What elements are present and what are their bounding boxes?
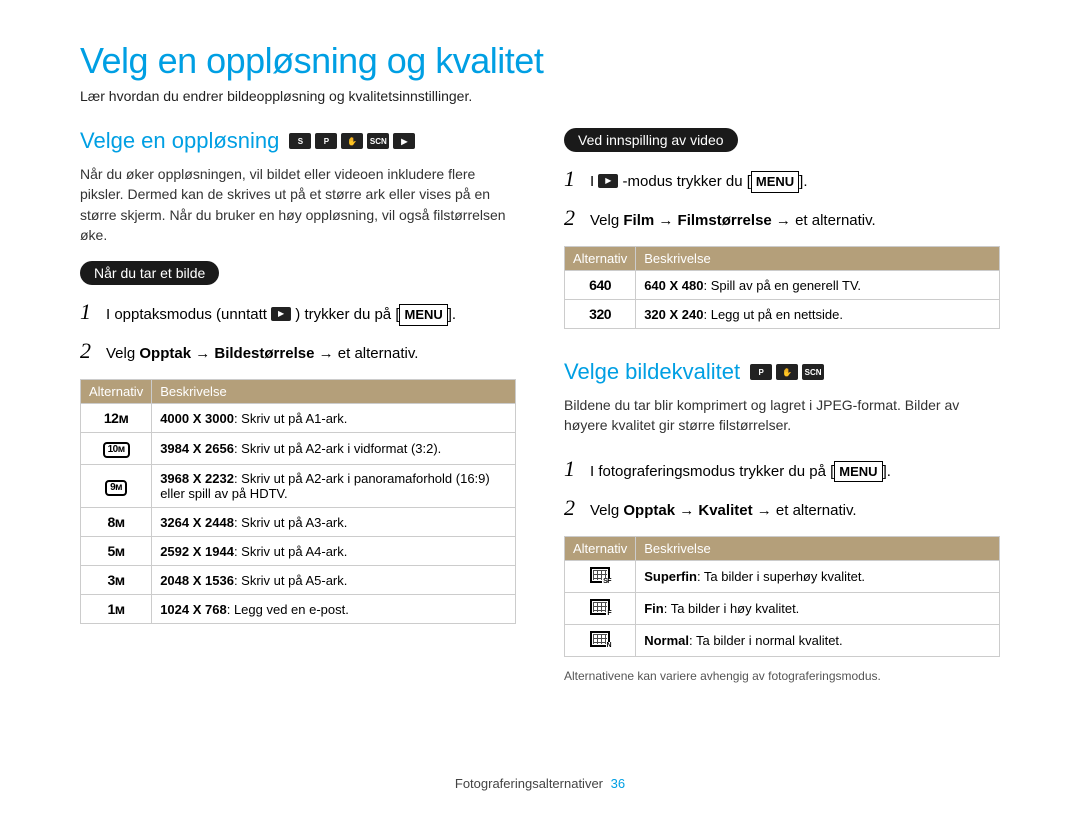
- resolution-icon: 1ᴍ: [81, 595, 152, 624]
- video-caption-pill: Ved innspilling av video: [564, 128, 738, 152]
- step-number: 2: [80, 334, 96, 367]
- table-row: 1ᴍ1024 X 768: Legg ved en e-post.: [81, 595, 516, 624]
- menu-button-label: MENU: [834, 461, 882, 483]
- quality-desc: Superfin: Ta bilder i superhøy kvalitet.: [636, 560, 1000, 592]
- footer-section: Fotograferingsalternativer: [455, 776, 603, 791]
- right-column: Ved innspilling av video 1 I ▶ -modus tr…: [564, 128, 1000, 695]
- table-row: 5ᴍ2592 X 1944: Skriv ut på A4-ark.: [81, 537, 516, 566]
- mode-icon-p: P: [315, 133, 337, 149]
- quality-table: Alternativ Beskrivelse Superfin: Ta bild…: [564, 536, 1000, 657]
- quality-icon: [565, 624, 636, 656]
- resolution-icon: 8ᴍ: [81, 508, 152, 537]
- resolution-icon: 3ᴍ: [81, 566, 152, 595]
- video-step-1: 1 I ▶ -modus trykker du [MENU].: [564, 162, 1000, 195]
- page-title: Velg en oppløsning og kvalitet: [80, 40, 1000, 82]
- video-step-2: 2 Velg Film → Filmstørrelse → et alterna…: [564, 201, 1000, 234]
- quality-desc: Normal: Ta bilder i normal kvalitet.: [636, 624, 1000, 656]
- video-mode-icon: ▶: [598, 174, 618, 188]
- quality-mode-icons: P✋SCN: [750, 364, 824, 380]
- quality-heading-text: Velge bildekvalitet: [564, 359, 740, 385]
- col-alternativ: Alternativ: [565, 536, 636, 560]
- mode-icon-p: P: [750, 364, 772, 380]
- table-row: 3ᴍ2048 X 1536: Skriv ut på A5-ark.: [81, 566, 516, 595]
- step-number: 2: [564, 491, 580, 524]
- col-alternativ: Alternativ: [565, 247, 636, 271]
- table-row: Superfin: Ta bilder i superhøy kvalitet.: [565, 560, 1000, 592]
- resolution-desc: 3968 X 2232: Skriv ut på A2-ark i panora…: [152, 465, 516, 508]
- footer-page-number: 36: [611, 776, 625, 791]
- video-size-icon: 320: [565, 300, 636, 329]
- resolution-desc: 1024 X 768: Legg ved en e-post.: [152, 595, 516, 624]
- resolution-icon: 10ᴍ: [81, 433, 152, 465]
- photo-step-1: 1 I opptaksmodus (unntatt ▶ ) trykker du…: [80, 295, 516, 328]
- mode-icon-hand: ✋: [776, 364, 798, 380]
- video-size-table: Alternativ Beskrivelse 640640 X 480: Spi…: [564, 246, 1000, 329]
- step-number: 1: [564, 162, 580, 195]
- left-column: Velge en oppløsning SP✋SCN▶ Når du øker …: [80, 128, 516, 695]
- quality-icon: [565, 560, 636, 592]
- resolution-desc: 3984 X 2656: Skriv ut på A2-ark i vidfor…: [152, 433, 516, 465]
- mode-icon-hand: ✋: [341, 133, 363, 149]
- quality-desc: Fin: Ta bilder i høy kvalitet.: [636, 592, 1000, 624]
- mode-icon-vid: ▶: [393, 133, 415, 149]
- col-alternativ: Alternativ: [81, 380, 152, 404]
- video-mode-icon: ▶: [271, 307, 291, 321]
- table-row: 8ᴍ3264 X 2448: Skriv ut på A3-ark.: [81, 508, 516, 537]
- mode-icon-scn: SCN: [802, 364, 824, 380]
- video-size-desc: 640 X 480: Spill av på en generell TV.: [636, 271, 1000, 300]
- video-size-desc: 320 X 240: Legg ut på en nettside.: [636, 300, 1000, 329]
- quality-body: Bildene du tar blir komprimert og lagret…: [564, 395, 1000, 436]
- col-beskrivelse: Beskrivelse: [636, 536, 1000, 560]
- resolution-icon: 5ᴍ: [81, 537, 152, 566]
- resolution-icon: 12ᴍ: [81, 404, 152, 433]
- menu-button-label: MENU: [751, 171, 799, 193]
- resolution-icon: 9ᴍ: [81, 465, 152, 508]
- table-row: 640640 X 480: Spill av på en generell TV…: [565, 271, 1000, 300]
- col-beskrivelse: Beskrivelse: [152, 380, 516, 404]
- step-number: 2: [564, 201, 580, 234]
- page-footer: Fotograferingsalternativer 36: [0, 776, 1080, 791]
- step-number: 1: [80, 295, 96, 328]
- resolution-desc: 3264 X 2448: Skriv ut på A3-ark.: [152, 508, 516, 537]
- resolution-body: Når du øker oppløsningen, vil bildet ell…: [80, 164, 516, 245]
- resolution-table: Alternativ Beskrivelse 12ᴍ4000 X 3000: S…: [80, 379, 516, 624]
- resolution-mode-icons: SP✋SCN▶: [289, 133, 415, 149]
- photo-step-2: 2 Velg Opptak → Bildestørrelse → et alte…: [80, 334, 516, 367]
- quality-footnote: Alternativene kan variere avhengig av fo…: [564, 669, 1000, 683]
- quality-heading: Velge bildekvalitet P✋SCN: [564, 359, 1000, 385]
- mode-icon-smart: S: [289, 133, 311, 149]
- resolution-desc: 4000 X 3000: Skriv ut på A1-ark.: [152, 404, 516, 433]
- resolution-desc: 2048 X 1536: Skriv ut på A5-ark.: [152, 566, 516, 595]
- table-row: 9ᴍ3968 X 2232: Skriv ut på A2-ark i pano…: [81, 465, 516, 508]
- table-row: Fin: Ta bilder i høy kvalitet.: [565, 592, 1000, 624]
- quality-icon: [565, 592, 636, 624]
- col-beskrivelse: Beskrivelse: [636, 247, 1000, 271]
- video-size-icon: 640: [565, 271, 636, 300]
- quality-step-1: 1 I fotograferingsmodus trykker du på [M…: [564, 452, 1000, 485]
- mode-icon-scn: SCN: [367, 133, 389, 149]
- table-row: 320320 X 240: Legg ut på en nettside.: [565, 300, 1000, 329]
- resolution-heading-text: Velge en oppløsning: [80, 128, 279, 154]
- table-row: 12ᴍ4000 X 3000: Skriv ut på A1-ark.: [81, 404, 516, 433]
- photo-caption-pill: Når du tar et bilde: [80, 261, 219, 285]
- menu-button-label: MENU: [399, 304, 447, 326]
- resolution-desc: 2592 X 1944: Skriv ut på A4-ark.: [152, 537, 516, 566]
- table-row: Normal: Ta bilder i normal kvalitet.: [565, 624, 1000, 656]
- table-row: 10ᴍ3984 X 2656: Skriv ut på A2-ark i vid…: [81, 433, 516, 465]
- step-number: 1: [564, 452, 580, 485]
- quality-step-2: 2 Velg Opptak → Kvalitet → et alternativ…: [564, 491, 1000, 524]
- intro-text: Lær hvordan du endrer bildeoppløsning og…: [80, 88, 1000, 104]
- resolution-heading: Velge en oppløsning SP✋SCN▶: [80, 128, 516, 154]
